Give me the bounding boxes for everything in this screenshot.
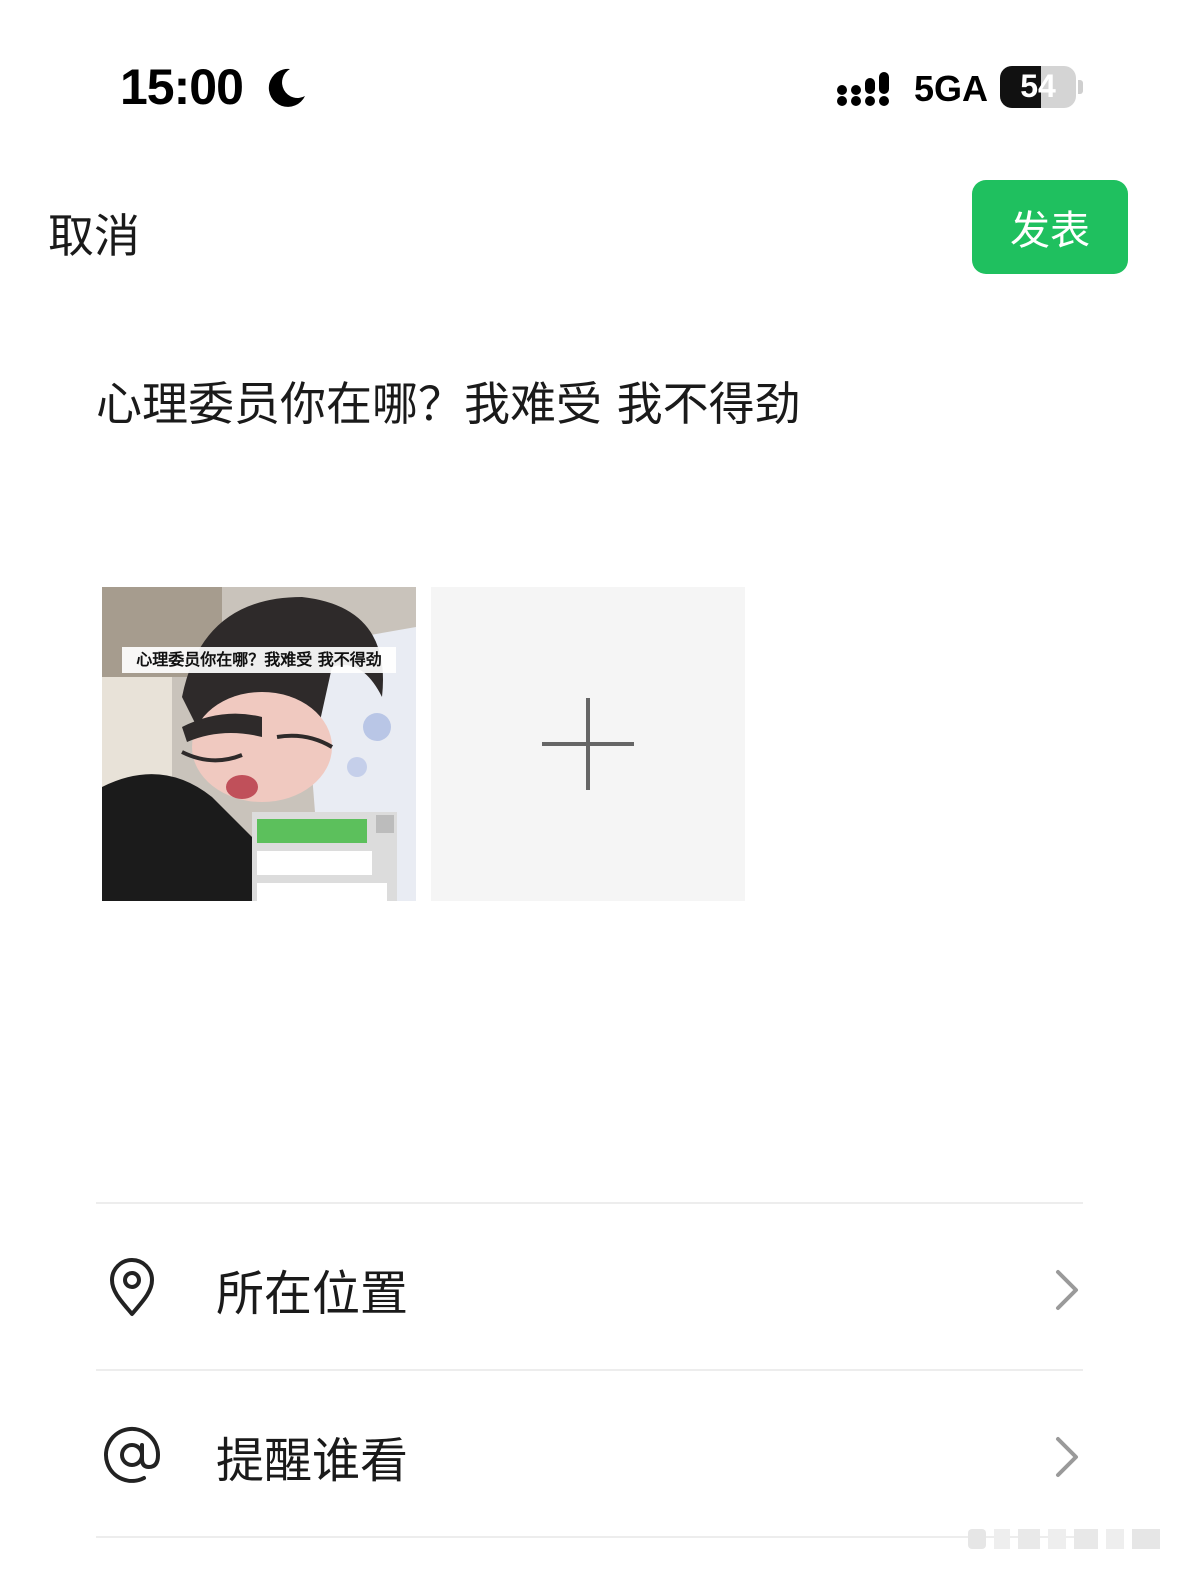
at-sign-icon xyxy=(104,1426,161,1483)
post-text-input[interactable]: 心理委员你在哪？我难受 我不得劲 xyxy=(96,374,1096,434)
add-photo-button[interactable] xyxy=(431,587,745,901)
signal-icon xyxy=(837,72,889,106)
attached-photo[interactable]: 心理委员你在哪？我难受 我不得劲 xyxy=(102,587,416,901)
remind-who-option[interactable]: 提醒谁看 xyxy=(96,1371,1082,1537)
network-type-label: 5GA xyxy=(914,68,989,109)
battery-icon: 54 xyxy=(1000,66,1076,108)
compose-moment-screen: 15:00 5GA 54 取消 发表 心理委员你在哪？我难受 我不得劲 心理委员… xyxy=(0,0,1179,1572)
photo-caption: 心理委员你在哪？我难受 我不得劲 xyxy=(122,647,396,673)
plus-icon xyxy=(542,698,634,790)
location-pin-icon xyxy=(110,1258,154,1316)
battery-percent: 54 xyxy=(1020,68,1056,104)
location-option[interactable]: 所在位置 xyxy=(96,1204,1082,1370)
battery-cap xyxy=(1078,80,1083,94)
moon-icon xyxy=(268,68,305,107)
location-label: 所在位置 xyxy=(216,1266,409,1322)
remind-who-label: 提醒谁看 xyxy=(216,1433,409,1489)
watermark-bars-icon xyxy=(968,1529,1160,1549)
chevron-right-icon xyxy=(1056,1270,1078,1310)
publish-button[interactable]: 发表 xyxy=(972,180,1128,274)
status-time: 15:00 xyxy=(120,59,244,115)
cancel-button[interactable]: 取消 xyxy=(48,200,140,266)
photo-illustration xyxy=(102,587,416,901)
chevron-right-icon xyxy=(1056,1437,1078,1477)
divider xyxy=(96,1536,1083,1538)
